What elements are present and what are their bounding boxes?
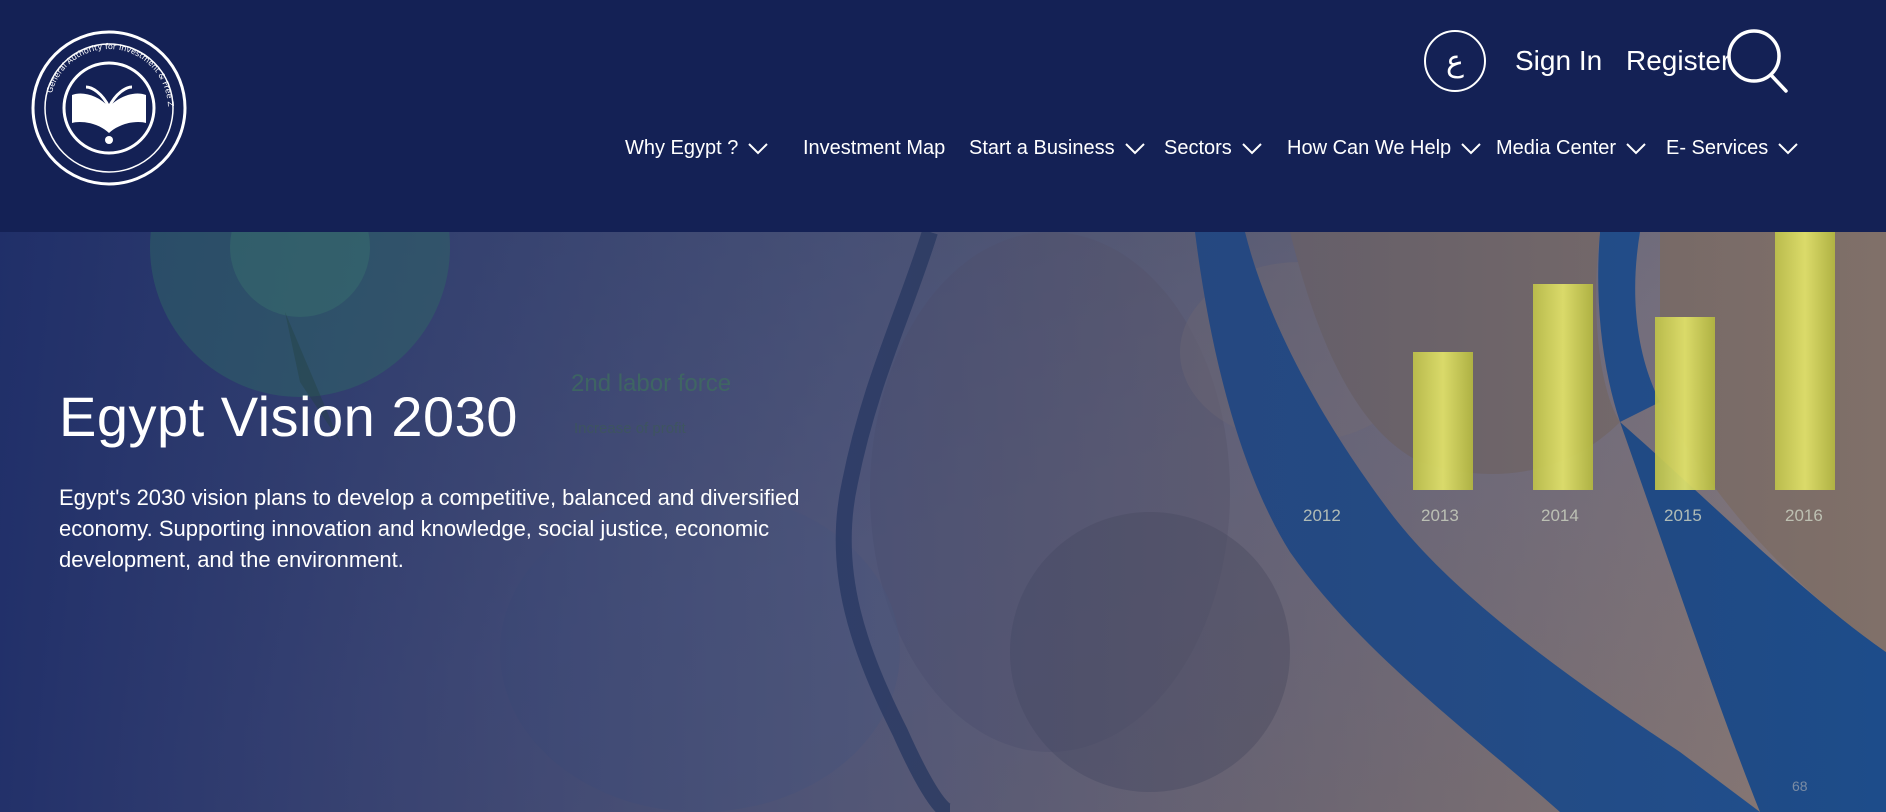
nav-label: Sectors bbox=[1164, 137, 1232, 159]
search-icon[interactable] bbox=[1724, 28, 1790, 96]
nav-item-e-services[interactable]: E- Services bbox=[1666, 137, 1798, 160]
video-overlay-headline: 2nd labor force bbox=[571, 370, 732, 397]
nav-item-start-a-business[interactable]: Start a Business bbox=[969, 137, 1145, 160]
video-year-label: 2012 bbox=[1303, 506, 1341, 525]
nav-item-investment-map[interactable]: Investment Map bbox=[803, 137, 945, 160]
nav-label: How Can We Help bbox=[1287, 137, 1452, 159]
language-toggle-button[interactable]: ع bbox=[1424, 30, 1486, 92]
nav-item-why-egypt[interactable]: Why Egypt ? bbox=[625, 137, 769, 160]
hero-banner: 2nd labor force Increase of profit 2012 … bbox=[0, 232, 1886, 812]
video-overlay-subline: Increase of profit bbox=[574, 420, 686, 437]
sign-in-link[interactable]: Sign In bbox=[1515, 45, 1602, 77]
nav-label: Start a Business bbox=[969, 137, 1115, 159]
hero-description: Egypt's 2030 vision plans to develop a c… bbox=[59, 485, 800, 572]
nav-label: Media Center bbox=[1496, 137, 1617, 159]
chevron-down-icon bbox=[1461, 142, 1481, 154]
site-header: General Authority for Investment & Free … bbox=[0, 0, 1886, 232]
nav-label: Investment Map bbox=[803, 137, 946, 159]
nav-item-media-center[interactable]: Media Center bbox=[1496, 137, 1646, 160]
chevron-down-icon bbox=[1778, 142, 1798, 154]
nav-label: Why Egypt ? bbox=[625, 137, 739, 159]
video-year-label: 2016 bbox=[1785, 506, 1823, 525]
main-nav: Why Egypt ? Investment Map Start a Busin… bbox=[0, 137, 1886, 167]
nav-item-sectors[interactable]: Sectors bbox=[1164, 137, 1262, 160]
chevron-down-icon bbox=[1626, 142, 1646, 154]
video-year-label: 2014 bbox=[1541, 506, 1579, 525]
video-year-label: 2013 bbox=[1421, 506, 1459, 525]
video-corner-number: 68 bbox=[1792, 778, 1808, 794]
video-year-label: 2015 bbox=[1664, 506, 1702, 525]
chevron-down-icon bbox=[1242, 142, 1262, 154]
nav-label: E- Services bbox=[1666, 137, 1769, 159]
hero-title: Egypt Vision 2030 bbox=[59, 385, 518, 448]
chevron-down-icon bbox=[748, 142, 769, 154]
register-link[interactable]: Register bbox=[1626, 45, 1730, 77]
chevron-down-icon bbox=[1124, 142, 1145, 154]
nav-item-how-can-we-help[interactable]: How Can We Help bbox=[1287, 137, 1481, 160]
